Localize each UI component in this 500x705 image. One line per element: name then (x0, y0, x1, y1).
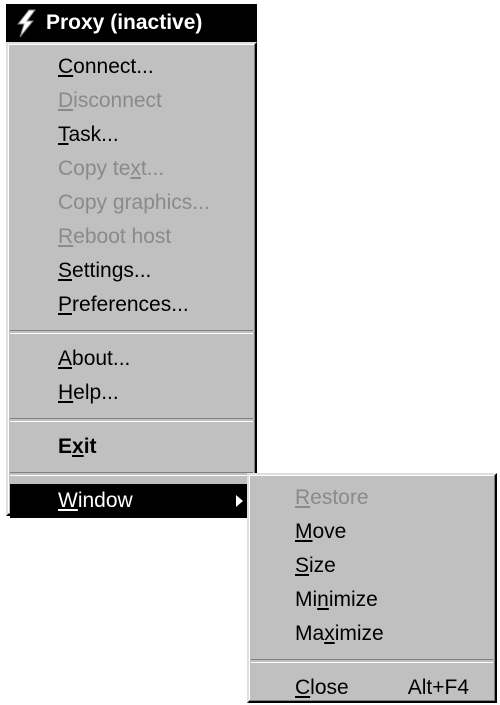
menu-item-label: Window (58, 489, 133, 512)
menu-item-label: Restore (295, 486, 369, 509)
menu-item-label: Maximize (295, 622, 384, 645)
menu-item-label: Exit (58, 435, 97, 458)
menu-item-settings[interactable]: Settings... (8, 254, 255, 288)
menu-item-label: Connect... (58, 55, 154, 78)
menu-item-copy-graphics[interactable]: Copy graphics... (8, 186, 255, 220)
menu-separator (251, 659, 493, 663)
menu-item-help[interactable]: Help... (8, 376, 255, 410)
window-submenu: Restore Move Size Minimize Maximize Clos… (247, 473, 497, 703)
menu-item-label: About... (58, 347, 131, 370)
menu-item-label: Minimize (295, 588, 378, 611)
menu-item-label: Disconnect (58, 89, 162, 112)
menu-item-window[interactable]: Window (10, 484, 253, 518)
submenu-item-maximize[interactable]: Maximize (249, 617, 495, 651)
menu-item-label: Close (295, 676, 349, 699)
menu-item-connect[interactable]: Connect... (8, 50, 255, 84)
menu-item-copy-text[interactable]: Copy text... (8, 152, 255, 186)
menu-item-label: Reboot host (58, 225, 172, 248)
menu-item-label: Size (295, 554, 336, 577)
menu-item-label: Preferences... (58, 293, 189, 316)
submenu-item-restore[interactable]: Restore (249, 481, 495, 515)
menu-separator (10, 472, 253, 476)
menu-item-task[interactable]: Task... (8, 118, 255, 152)
lightning-bolt-icon[interactable] (12, 8, 42, 38)
menu-item-reboot-host[interactable]: Reboot host (8, 220, 255, 254)
menu-separator (10, 418, 253, 422)
menu-item-label: Help... (58, 381, 119, 404)
menu-separator (10, 330, 253, 334)
menu-item-disconnect[interactable]: Disconnect (8, 84, 255, 118)
menu-item-preferences[interactable]: Preferences... (8, 288, 255, 322)
submenu-item-move[interactable]: Move (249, 515, 495, 549)
menu-item-label: Task... (58, 123, 119, 146)
menu-item-exit[interactable]: Exit (8, 430, 255, 464)
title-bar[interactable]: Proxy (inactive) (6, 4, 257, 42)
menu-item-label: Copy graphics... (58, 191, 210, 214)
submenu-item-close[interactable]: Close Alt+F4 (249, 671, 495, 705)
shortcut-label: Alt+F4 (407, 676, 469, 699)
menu-item-label: Move (295, 520, 347, 543)
window-title: Proxy (inactive) (46, 11, 203, 34)
main-menu: Connect... Disconnect Task... Copy text.… (6, 42, 257, 518)
menu-item-about[interactable]: About... (8, 342, 255, 376)
submenu-item-size[interactable]: Size (249, 549, 495, 583)
submenu-item-minimize[interactable]: Minimize (249, 583, 495, 617)
submenu-arrow-icon (236, 495, 243, 507)
menu-item-label: Copy text... (58, 157, 165, 180)
menu-item-label: Settings... (58, 259, 152, 282)
